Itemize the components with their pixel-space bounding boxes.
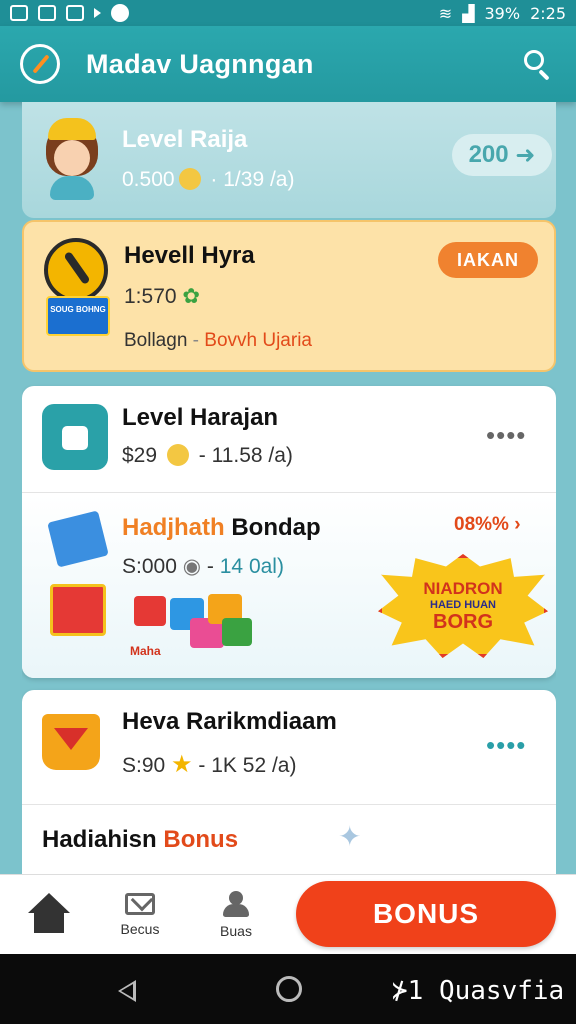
- level-card-1[interactable]: Level Raija 0.500 · 1/39 /a) 200 ➜: [22, 102, 556, 218]
- gift-box-icon: [222, 618, 252, 646]
- level-card-3[interactable]: Level Harajan $29 - 11.58 /a) •••• Hadjh…: [22, 386, 556, 678]
- system-nav: ⊁1 Quasvfia: [0, 954, 576, 1024]
- avatar: [40, 118, 104, 202]
- card-subtitle: S:90 ★ - 1K 52 /a): [122, 751, 297, 778]
- image-icon: [38, 5, 56, 21]
- clock: 2:25: [530, 3, 566, 23]
- status-bar: ≋ ▟ 39% 2:25: [0, 0, 576, 26]
- card-footer: Bollagn - Bovvh Ujaria: [124, 330, 312, 351]
- compass-icon[interactable]: [20, 44, 60, 84]
- bonus-section-title: Hadiahisn Bonus: [42, 826, 239, 853]
- bonus-button[interactable]: BONUS: [296, 881, 556, 947]
- card-subtitle: 0.500 · 1/39 /a): [122, 168, 295, 191]
- card-subtitle: 1:570 ✿: [124, 284, 200, 309]
- back-icon[interactable]: [118, 980, 136, 1002]
- promo-percent[interactable]: 08%% ›: [454, 514, 521, 536]
- promo-title: Hadjhath Bondap: [122, 514, 321, 541]
- coin-icon: [178, 168, 201, 190]
- promo-subtitle: S:000 ◉ - 14 0al): [122, 555, 284, 578]
- app-bar: Madav Uagnngan: [0, 26, 576, 102]
- clover-icon: ✿: [182, 285, 201, 308]
- amount: S:000: [122, 555, 177, 578]
- play-icon: [94, 8, 101, 18]
- amount: S:90: [122, 754, 166, 777]
- home-icon[interactable]: [28, 893, 70, 935]
- compass-status-icon: [111, 4, 129, 22]
- more-icon[interactable]: ••••: [486, 730, 526, 761]
- badge-icon: [44, 238, 108, 302]
- user-icon: [221, 891, 251, 917]
- detail: 1/39 /a): [223, 168, 295, 191]
- detail: 11.58 /a): [211, 444, 293, 467]
- amount: 1:570: [124, 285, 177, 308]
- amount: 0.500: [122, 168, 175, 191]
- signal-icon: ▟: [462, 3, 475, 23]
- mini-badge: SOUG BOHNG: [46, 296, 110, 336]
- red-gift-icon: [50, 584, 106, 636]
- detail: 14 0al): [219, 555, 284, 578]
- card-title: Heva Rarikmdiaam: [122, 708, 337, 735]
- card-list[interactable]: Level Raija 0.500 · 1/39 /a) 200 ➜ Hevel…: [22, 102, 556, 874]
- gifts-label: Maha: [130, 644, 161, 658]
- detail: 1K 52 /a): [211, 754, 297, 777]
- take-button[interactable]: IAKAN: [438, 242, 538, 278]
- bag-icon: [42, 714, 100, 770]
- status-right: ≋ ▟ 39% 2:25: [439, 4, 566, 23]
- app-title: Madav Uagnngan: [86, 48, 314, 79]
- wifi-icon: ≋: [438, 3, 453, 23]
- battery-percent: 39%: [484, 3, 521, 23]
- gift-icon: [42, 404, 108, 470]
- more-icon[interactable]: ••••: [486, 420, 526, 451]
- nav-item-becus[interactable]: Becus: [110, 893, 170, 937]
- bottom-nav: Becus Buas BONUS: [0, 874, 576, 954]
- search-button[interactable]: [520, 46, 556, 82]
- recents-label[interactable]: ⊁1 Quasvfia: [392, 976, 564, 1006]
- level-card-4[interactable]: Heva Rarikmdiaam S:90 ★ - 1K 52 /a) ••••…: [22, 690, 556, 874]
- star-icon: ★: [171, 751, 193, 778]
- card-title: Level Raija: [122, 126, 248, 153]
- card-title: Hevell Hyra: [124, 242, 255, 269]
- coin-icon: [166, 444, 189, 466]
- app-icon: [66, 5, 84, 21]
- home-circle-icon[interactable]: [276, 976, 302, 1002]
- nav-item-buas[interactable]: Buas: [206, 891, 266, 939]
- points-pill[interactable]: 200 ➜: [452, 134, 552, 176]
- chevron-right-icon: ›: [514, 514, 521, 535]
- status-icons: [10, 4, 129, 22]
- mail-icon: [125, 893, 155, 915]
- eye-icon: ◉: [182, 555, 202, 578]
- amount: $29: [122, 444, 158, 467]
- search-icon: [524, 50, 544, 70]
- sparkle-icon: ✦: [338, 821, 362, 852]
- notification-icon: [10, 5, 28, 21]
- card-subtitle: $29 - 11.58 /a): [122, 444, 293, 467]
- level-card-2[interactable]: Hevell Hyra 1:570 ✿ SOUG BOHNG Bollagn -…: [22, 220, 556, 372]
- gift-box-icon: [134, 596, 166, 626]
- arrow-icon: ➜: [515, 141, 536, 169]
- card-title: Level Harajan: [122, 404, 279, 431]
